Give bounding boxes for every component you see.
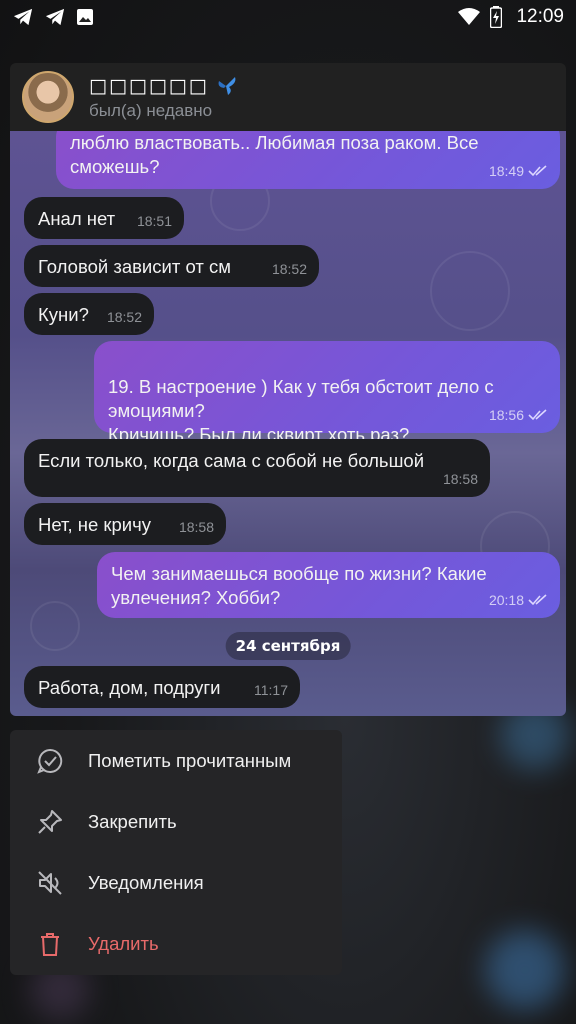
menu-item-pin[interactable]: Закрепить xyxy=(10,791,342,852)
pin-icon xyxy=(34,806,66,838)
menu-item-label: Закрепить xyxy=(88,810,177,832)
menu-item-label: Уведомления xyxy=(88,871,204,893)
menu-item-notifications[interactable]: Уведомления xyxy=(10,852,342,913)
wallpaper-doodle xyxy=(430,251,510,331)
incoming-message[interactable]: Куни? 18:52 xyxy=(24,293,154,335)
message-meta: 18:49 xyxy=(489,159,548,183)
clock: 12:09 xyxy=(516,6,564,27)
wallpaper-doodle xyxy=(30,601,80,651)
screen: 12:09 □□□□□□ был(а) недавно люблю властв… xyxy=(0,0,576,1024)
telegram-icon xyxy=(13,8,33,26)
double-check-icon xyxy=(528,409,547,421)
message-meta: 11:17 xyxy=(254,682,288,698)
contact-status: был(а) недавно xyxy=(89,101,213,120)
incoming-message[interactable]: Работа, дом, подруги 11:17 xyxy=(24,666,300,708)
menu-item-label: Пометить прочитанным xyxy=(88,749,292,771)
telegram-icon xyxy=(45,8,65,26)
avatar[interactable] xyxy=(22,71,74,123)
message-meta: 18:58 xyxy=(178,519,214,535)
bell-off-icon xyxy=(34,867,66,899)
message-list[interactable]: люблю властвовать.. Любимая поза раком. … xyxy=(10,131,566,716)
gallery-icon xyxy=(77,9,93,25)
message-meta: 18:52 xyxy=(106,309,142,325)
background-blur xyxy=(485,930,565,1010)
context-menu: Пометить прочитанным Закрепить Уведомлен… xyxy=(10,730,342,975)
incoming-message[interactable]: Анал нет 18:51 xyxy=(24,197,184,239)
message-meta: 18:56 xyxy=(489,403,548,427)
check-circle-icon xyxy=(34,745,66,777)
contact-name: □□□□□□ xyxy=(89,75,209,97)
date-separator: 24 сентября xyxy=(225,632,351,660)
incoming-message[interactable]: Нет, не кричу 18:58 xyxy=(24,503,226,545)
message-meta: 20:18 xyxy=(489,588,548,612)
chat-preview[interactable]: □□□□□□ был(а) недавно люблю властвовать.… xyxy=(10,63,566,716)
double-check-icon xyxy=(528,594,547,606)
message-meta: 18:51 xyxy=(136,213,172,229)
message-meta: 18:52 xyxy=(271,261,307,277)
outgoing-message[interactable]: люблю властвовать.. Любимая поза раком. … xyxy=(56,131,560,189)
butterfly-icon xyxy=(218,77,236,95)
double-check-icon xyxy=(528,165,547,177)
menu-item-delete[interactable]: Удалить xyxy=(10,913,342,974)
trash-icon xyxy=(34,928,66,960)
incoming-message[interactable]: Если только, когда сама с собой не больш… xyxy=(24,439,490,497)
status-bar: 12:09 xyxy=(0,0,576,34)
outgoing-message[interactable]: 19. В настроение ) Как у тебя обстоит де… xyxy=(94,341,560,445)
battery-charging-icon xyxy=(490,6,503,28)
wifi-icon xyxy=(458,8,481,25)
outgoing-message[interactable]: Чем занимаешься вообще по жизни? Какие у… xyxy=(97,552,560,618)
menu-item-mark-read[interactable]: Пометить прочитанным xyxy=(10,730,342,791)
incoming-message[interactable]: Головой зависит от см 18:52 xyxy=(24,245,319,287)
menu-item-label: Удалить xyxy=(88,932,159,954)
message-meta: 18:58 xyxy=(442,471,478,487)
chat-header[interactable]: □□□□□□ был(а) недавно xyxy=(10,63,566,131)
